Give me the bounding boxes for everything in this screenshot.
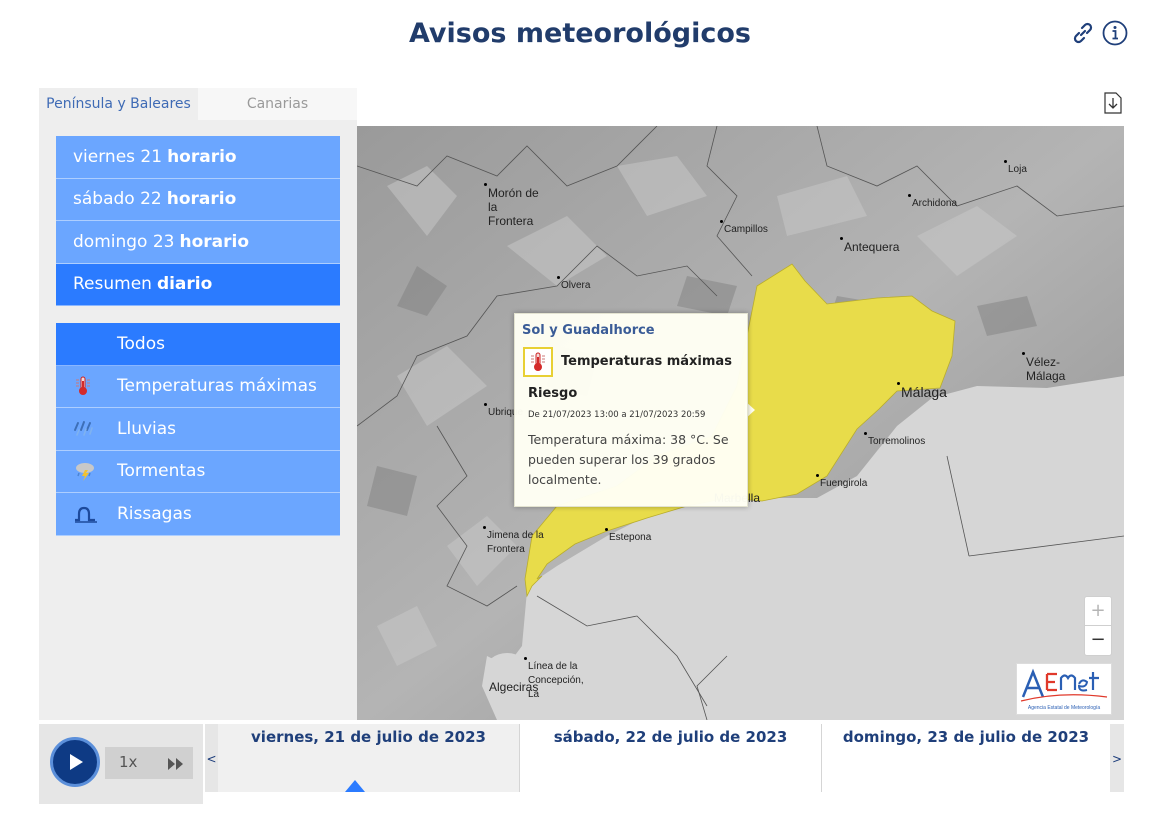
menu-day-type: horario (167, 146, 237, 167)
place-loja: Loja (1004, 160, 1027, 177)
tab-canarias[interactable]: Canarias (198, 88, 357, 120)
place-torremolinos: Torremolinos (864, 432, 925, 449)
link-icon[interactable] (1070, 20, 1096, 46)
category-label: Temperaturas máximas (117, 376, 317, 397)
menu-day-label: viernes 21 (73, 146, 163, 167)
place-campillos: Campillos (720, 220, 768, 237)
day-menu: viernes 21 horario sábado 22 horario domin… (56, 136, 340, 306)
place-algeciras: Algeciras (489, 680, 539, 694)
zoom-control: + − (1084, 596, 1112, 656)
place-malaga: Málaga (897, 382, 947, 399)
thermometer-icon (523, 347, 553, 377)
category-lluvias[interactable]: Lluvias (56, 408, 340, 451)
left-panel: Península y Baleares Canarias viernes 21… (39, 88, 357, 720)
fast-forward-icon[interactable] (167, 756, 185, 775)
menu-day-type: diario (156, 274, 213, 295)
menu-day-viernes[interactable]: viernes 21 horario (56, 136, 340, 179)
popup-level: Riesgo (528, 386, 578, 401)
menu-resumen-diario[interactable]: Resumen diario (56, 263, 340, 306)
storm-icon (73, 459, 101, 483)
timeline-position-marker[interactable] (345, 780, 365, 792)
aemet-logo: Agencia Estatal de Meteorología (1016, 663, 1112, 715)
category-label: Rissagas (117, 503, 192, 524)
category-label: Tormentas (117, 461, 206, 482)
category-tormentas[interactable]: Tormentas (56, 450, 340, 493)
category-rissagas[interactable]: Rissagas (56, 493, 340, 536)
tab-peninsula[interactable]: Península y Baleares (39, 88, 198, 120)
timeline-prev-button[interactable]: < (205, 724, 218, 792)
thermometer-icon (73, 374, 101, 398)
category-todos[interactable]: Todos (56, 323, 340, 366)
place-antequera: Antequera (840, 237, 899, 254)
menu-day-type: horario (166, 189, 237, 210)
speed-control[interactable]: 1x (105, 747, 193, 779)
place-archidona: Archidona (908, 194, 957, 211)
category-label: Todos (117, 333, 165, 354)
zoom-in-button[interactable]: + (1085, 597, 1111, 626)
page-title: Avisos meteorológicos (409, 18, 751, 49)
region-tabs: Península y Baleares Canarias (39, 88, 357, 120)
zoom-out-button[interactable]: − (1085, 626, 1111, 655)
info-icon[interactable] (1102, 20, 1128, 46)
place-jimena: Jimena de la Frontera (483, 526, 544, 557)
place-estepona: Estepona (605, 528, 651, 545)
rain-icon (73, 417, 101, 441)
menu-day-sabado[interactable]: sábado 22 horario (56, 178, 340, 221)
place-olvera: Olvera (557, 276, 590, 293)
menu-day-label: domingo 23 (73, 231, 175, 252)
play-icon (70, 754, 83, 770)
category-temperaturas-maximas[interactable]: Temperaturas máximas (56, 365, 340, 408)
download-icon[interactable] (1104, 92, 1122, 114)
place-moron: Morón de la Frontera (484, 183, 539, 228)
menu-day-domingo[interactable]: domingo 23 horario (56, 221, 340, 264)
place-fuengirola: Fuengirola (816, 474, 867, 491)
playback-controls: 1x (39, 724, 203, 804)
timeline-next-button[interactable]: > (1110, 724, 1124, 792)
logo-subtitle: Agencia Estatal de Meteorología (1028, 705, 1100, 711)
menu-day-label: Resumen (73, 274, 152, 295)
category-label: Lluvias (117, 418, 177, 439)
timeline-day-sabado[interactable]: sábado, 22 de julio de 2023 (520, 724, 822, 792)
timeline-day-viernes[interactable]: viernes, 21 de julio de 2023 (218, 724, 520, 792)
header-actions (1070, 20, 1128, 46)
popup-zone: Sol y Guadalhorce (522, 323, 655, 338)
popup-period: De 21/07/2023 13:00 a 21/07/2023 20:59 (528, 410, 706, 420)
popup-description: Temperatura máxima: 38 °C. Se pueden sup… (528, 432, 729, 487)
wave-icon (73, 502, 101, 526)
play-button[interactable] (50, 737, 100, 787)
timeline: 1x < viernes, 21 de julio de 2023 sábado… (39, 724, 1124, 804)
place-velez-malaga: Vélez- Málaga (1022, 352, 1065, 383)
speed-value: 1x (119, 753, 138, 771)
app-root: Avisos meteorológicos Península y Balear… (0, 0, 1160, 825)
warning-popup: Sol y Guadalhorce Temperaturas máximas R… (514, 313, 748, 507)
popup-phenomenon: Temperaturas máximas (561, 354, 732, 369)
menu-day-type: horario (179, 231, 250, 252)
timeline-day-domingo[interactable]: domingo, 23 de julio de 2023 (822, 724, 1110, 792)
menu-day-label: sábado 22 (73, 189, 162, 210)
category-menu: Todos Temperaturas máximas Lluvias Torme… (56, 323, 340, 536)
